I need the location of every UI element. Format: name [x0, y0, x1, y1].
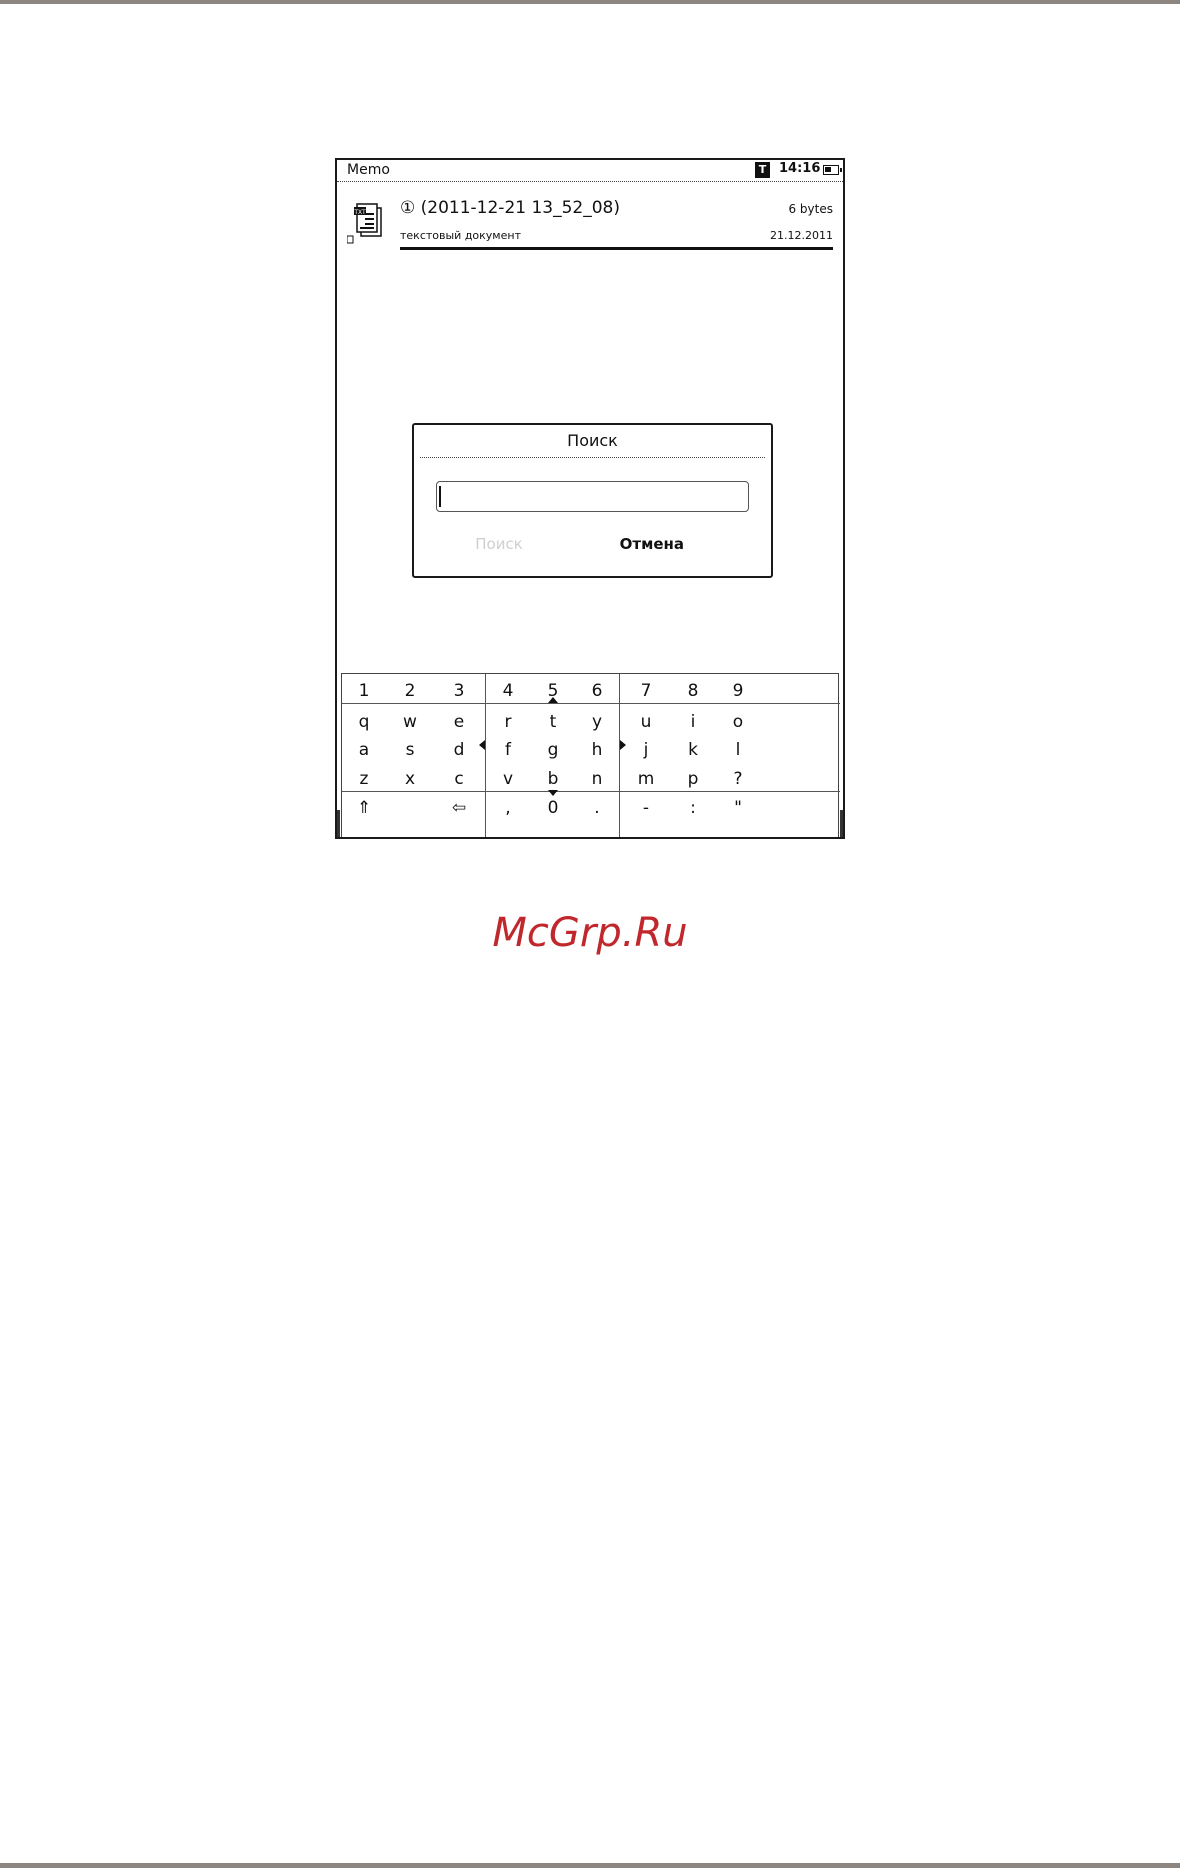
key-4-7[interactable]: :: [670, 791, 716, 825]
key-4-0[interactable]: ⇑: [341, 791, 387, 825]
file-type: текстовый документ: [400, 229, 521, 242]
arrow-up-icon: [548, 697, 558, 703]
keyboard-column-divider: [485, 674, 486, 837]
key-4-8[interactable]: ": [715, 791, 761, 825]
svg-text:TXT: TXT: [353, 209, 366, 216]
text-mode-icon: T: [755, 162, 770, 178]
clock: 14:16: [779, 161, 821, 176]
file-title[interactable]: ① (2011-12-21 13_52_08): [400, 198, 620, 218]
page-bottom-rule: [0, 1863, 1180, 1868]
page-top-rule: [0, 0, 1180, 4]
selection-underline: [400, 247, 833, 250]
cancel-button[interactable]: Отмена: [564, 535, 684, 553]
keyboard-left-edge: [337, 810, 340, 837]
arrow-down-icon: [548, 790, 558, 796]
txt-document-icon[interactable]: TXT: [346, 202, 383, 246]
arrow-right-icon: [620, 740, 626, 750]
key-4-4[interactable]: 0: [530, 791, 576, 825]
text-caret: [439, 486, 441, 507]
on-screen-keyboard: 1 2 3 4 5 6 7 8 9 q w e r t y u i o a s d f g h j k l z x c v b n m p? ⇑ ⇦, 0…: [341, 673, 840, 837]
keyboard-row-divider: [342, 703, 840, 704]
key-4-6[interactable]: -: [623, 791, 669, 825]
key-4-2[interactable]: ⇦: [436, 791, 482, 825]
app-title: Memo: [347, 162, 390, 178]
keyboard-row-divider: [342, 791, 840, 792]
key-4-1[interactable]: [387, 791, 433, 825]
device-screen: Memo T 14:16 TXT ① (2011-12-21 13_52_08)…: [335, 158, 845, 839]
dialog-divider: [420, 457, 765, 458]
search-dialog: Поиск Поиск Отмена: [412, 423, 773, 578]
file-size: 6 bytes: [788, 202, 833, 216]
arrow-left-icon: [479, 740, 485, 750]
key-4-5[interactable]: .: [574, 791, 620, 825]
status-bar: Memo T 14:16: [337, 160, 843, 182]
search-input[interactable]: [436, 481, 749, 512]
dialog-title: Поиск: [567, 431, 618, 450]
file-date: 21.12.2011: [770, 229, 833, 242]
keyboard-column-divider: [619, 674, 620, 837]
key-4-3[interactable]: ,: [485, 791, 531, 825]
keyboard-right-edge: [840, 810, 843, 837]
battery-icon: [823, 165, 842, 175]
search-button[interactable]: Поиск: [439, 535, 559, 553]
watermark: McGrp.Ru: [492, 910, 688, 956]
